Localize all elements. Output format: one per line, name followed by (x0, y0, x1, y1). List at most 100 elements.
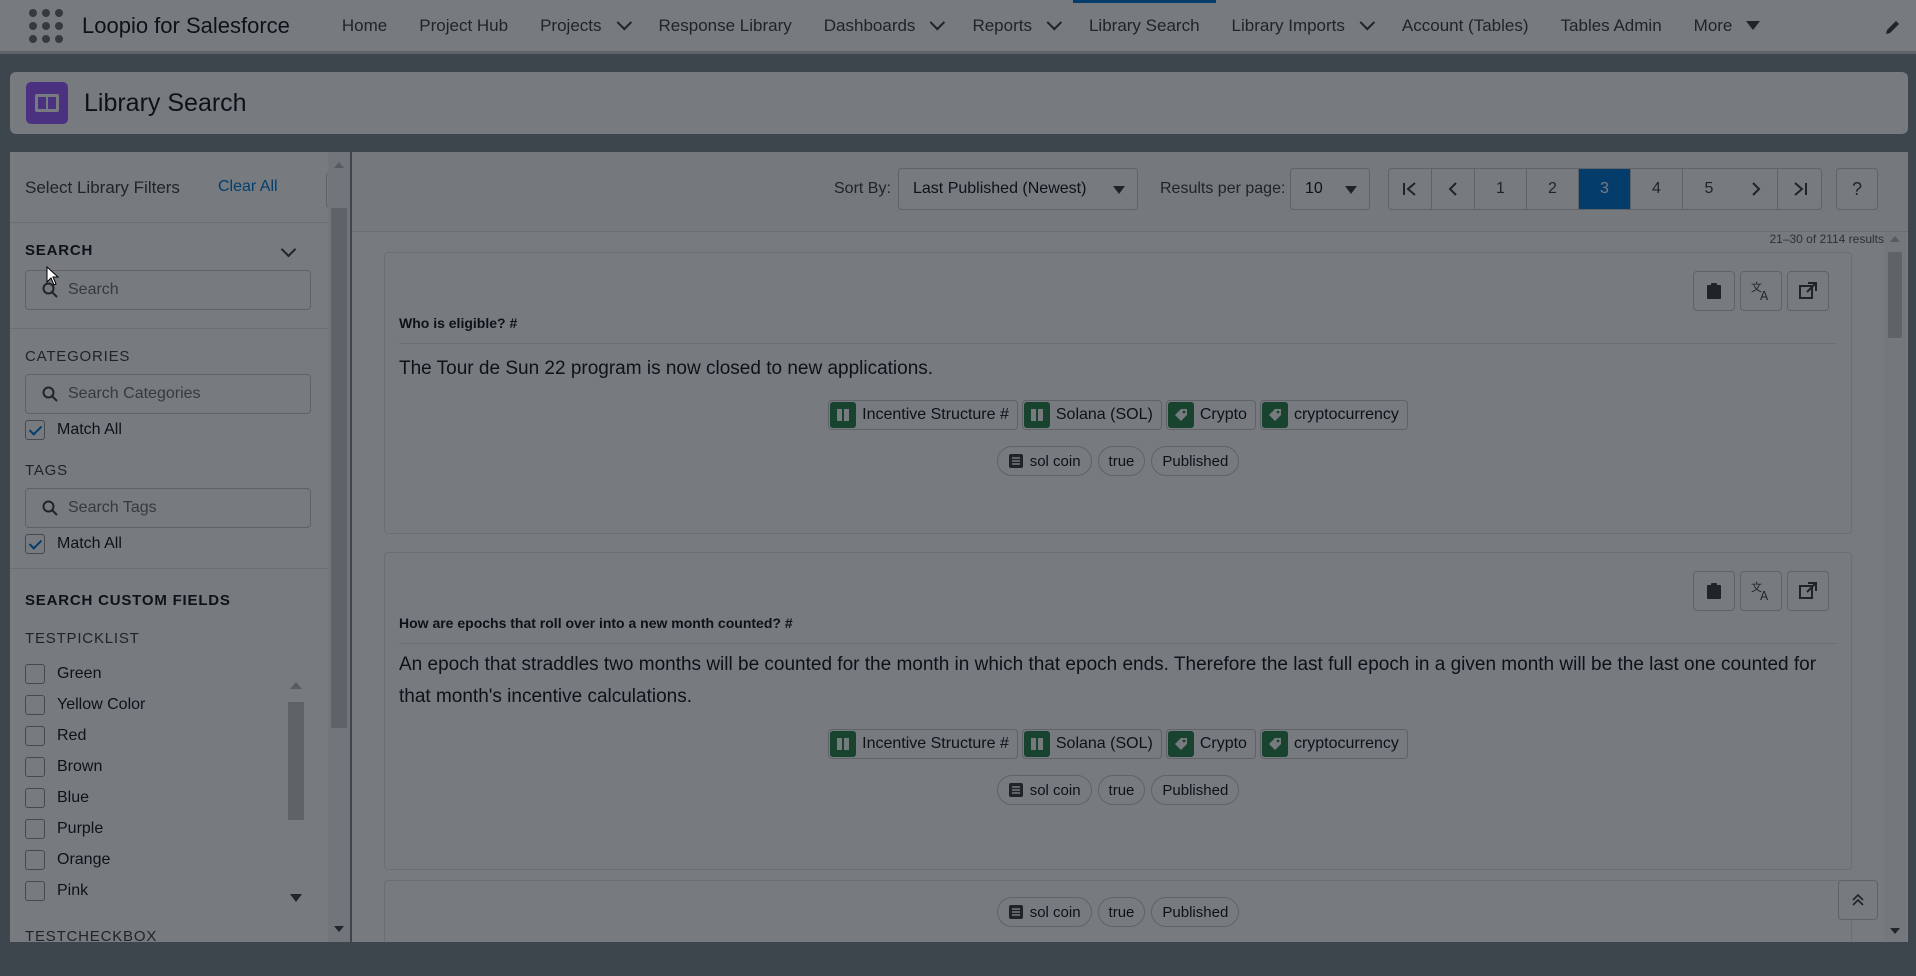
nav-item-dashboards[interactable]: Dashboards (808, 0, 957, 53)
scroll-thumb[interactable] (331, 208, 347, 728)
chevron-right-icon (1752, 182, 1761, 196)
page-button-3[interactable]: 3 (1579, 169, 1631, 209)
previous-page-button[interactable] (1432, 169, 1475, 209)
tag-chip[interactable]: Incentive Structure # (828, 729, 1018, 759)
first-page-button[interactable] (1389, 169, 1432, 209)
open-external-button[interactable] (1787, 271, 1829, 311)
nav-item-project-hub[interactable]: Project Hub (403, 0, 524, 53)
categories-match-all-checkbox[interactable]: Match All (25, 420, 122, 440)
tag-chip[interactable]: Crypto (1165, 400, 1256, 430)
chevron-down-icon[interactable] (1359, 14, 1376, 31)
app-launcher-icon[interactable] (24, 4, 68, 48)
checkbox[interactable] (25, 819, 45, 839)
scroll-up-icon[interactable] (334, 162, 344, 168)
first-page-icon (1403, 182, 1416, 196)
picklist-scrollbar[interactable] (286, 672, 306, 912)
checkbox[interactable] (25, 788, 45, 808)
checkbox[interactable] (25, 757, 45, 777)
page-button-5[interactable]: 5 (1683, 169, 1735, 209)
picklist-option[interactable]: Orange (25, 850, 110, 870)
filter-panel-scrollbar[interactable] (328, 152, 350, 942)
scroll-down-icon[interactable] (334, 926, 344, 932)
chevron-down-icon[interactable] (616, 14, 632, 31)
picklist-option[interactable]: Purple (25, 819, 103, 839)
question-text[interactable]: Who is eligible? # (399, 315, 517, 331)
nav-item-library-imports[interactable]: Library Imports (1216, 0, 1386, 53)
checkbox[interactable] (25, 726, 45, 746)
translate-button[interactable]: 文A (1740, 571, 1782, 611)
tag-chip[interactable]: Crypto (1165, 729, 1256, 759)
external-link-icon (1799, 582, 1817, 599)
nav-item-library-search[interactable]: Library Search (1072, 0, 1216, 53)
nav-more-menu[interactable]: More (1678, 0, 1777, 53)
tag-chip[interactable]: cryptocurrency (1259, 729, 1408, 759)
nav-item-home[interactable]: Home (326, 0, 403, 53)
search-categories-input[interactable]: Search Categories (25, 374, 311, 414)
nav-item-response-library[interactable]: Response Library (643, 0, 808, 53)
translate-button[interactable]: 文A (1740, 271, 1782, 311)
back-to-top-button[interactable] (1838, 880, 1878, 920)
scroll-thumb[interactable] (1888, 252, 1902, 338)
nav-item-reports[interactable]: Reports (956, 0, 1073, 53)
scroll-down-icon[interactable] (290, 894, 302, 902)
checkbox[interactable] (25, 850, 45, 870)
scroll-down-icon[interactable] (1890, 928, 1900, 934)
picklist-option[interactable]: Yellow Color (25, 695, 145, 715)
answer-text: An epoch that straddles two months will … (399, 654, 1817, 707)
picklist-option[interactable]: Brown (25, 757, 102, 777)
picklist-option-label: Yellow Color (57, 696, 146, 713)
document-icon (1008, 454, 1023, 468)
chevron-down-icon[interactable] (280, 241, 297, 258)
scroll-up-icon[interactable] (1890, 236, 1900, 242)
chevron-down-icon[interactable] (1046, 14, 1063, 31)
svg-text:A: A (1760, 289, 1769, 302)
sort-by-select[interactable]: Last Published (Newest) (898, 168, 1138, 210)
page-button-1[interactable]: 1 (1475, 169, 1527, 209)
page-button-2[interactable]: 2 (1527, 169, 1579, 209)
search-icon (42, 500, 58, 516)
picklist-option[interactable]: Green (25, 664, 101, 684)
checkbox[interactable] (25, 664, 45, 684)
question-text[interactable]: How are epochs that roll over into a new… (399, 615, 793, 631)
search-tags-input[interactable]: Search Tags (25, 488, 311, 528)
results-per-page-select[interactable]: 10 (1290, 168, 1370, 210)
last-page-button[interactable] (1778, 169, 1821, 209)
next-page-button[interactable] (1735, 169, 1778, 209)
nav-item-tables-admin[interactable]: Tables Admin (1545, 0, 1678, 53)
pill-label: true (1108, 781, 1135, 799)
checkbox[interactable] (25, 420, 45, 440)
custom-field-pill: true (1097, 897, 1146, 927)
checkbox[interactable] (25, 881, 45, 901)
picklist-option[interactable]: Red (25, 726, 86, 746)
help-button[interactable]: ? (1836, 168, 1878, 210)
scroll-up-icon[interactable] (290, 682, 302, 689)
pill-label: Published (1162, 452, 1229, 470)
edit-pencil-icon[interactable] (1884, 18, 1902, 36)
page-button-4[interactable]: 4 (1631, 169, 1683, 209)
picklist-option[interactable]: Blue (25, 788, 89, 808)
tags-match-all-checkbox[interactable]: Match All (25, 534, 122, 554)
search-input[interactable]: Search (25, 270, 311, 310)
nav-item-account-tables[interactable]: Account (Tables) (1386, 0, 1545, 53)
chevron-down-icon[interactable] (929, 14, 946, 31)
results-scrollbar[interactable] (1884, 232, 1906, 942)
pill-label: sol coin (1029, 452, 1081, 470)
scroll-thumb[interactable] (288, 702, 304, 820)
checkbox[interactable] (25, 534, 45, 554)
open-external-button[interactable] (1787, 571, 1829, 611)
clear-all-link[interactable]: Clear All (218, 178, 278, 196)
copy-button[interactable] (1693, 571, 1735, 611)
pill-label: true (1108, 903, 1135, 921)
nav-more-label: More (1693, 15, 1733, 35)
page-header: Library Search (10, 72, 1908, 134)
tag-chip[interactable]: cryptocurrency (1259, 400, 1408, 430)
nav-item-projects[interactable]: Projects (524, 0, 642, 53)
checkbox[interactable] (25, 695, 45, 715)
tag-chip[interactable]: Solana (SOL) (1021, 400, 1162, 430)
copy-button[interactable] (1693, 271, 1735, 311)
tag-chip[interactable]: Solana (SOL) (1021, 729, 1162, 759)
tag-chip[interactable]: Incentive Structure # (828, 400, 1018, 430)
picklist-option[interactable]: Pink (25, 881, 88, 901)
tag-label: Solana (SOL) (1055, 735, 1153, 752)
category-icon (830, 731, 857, 757)
